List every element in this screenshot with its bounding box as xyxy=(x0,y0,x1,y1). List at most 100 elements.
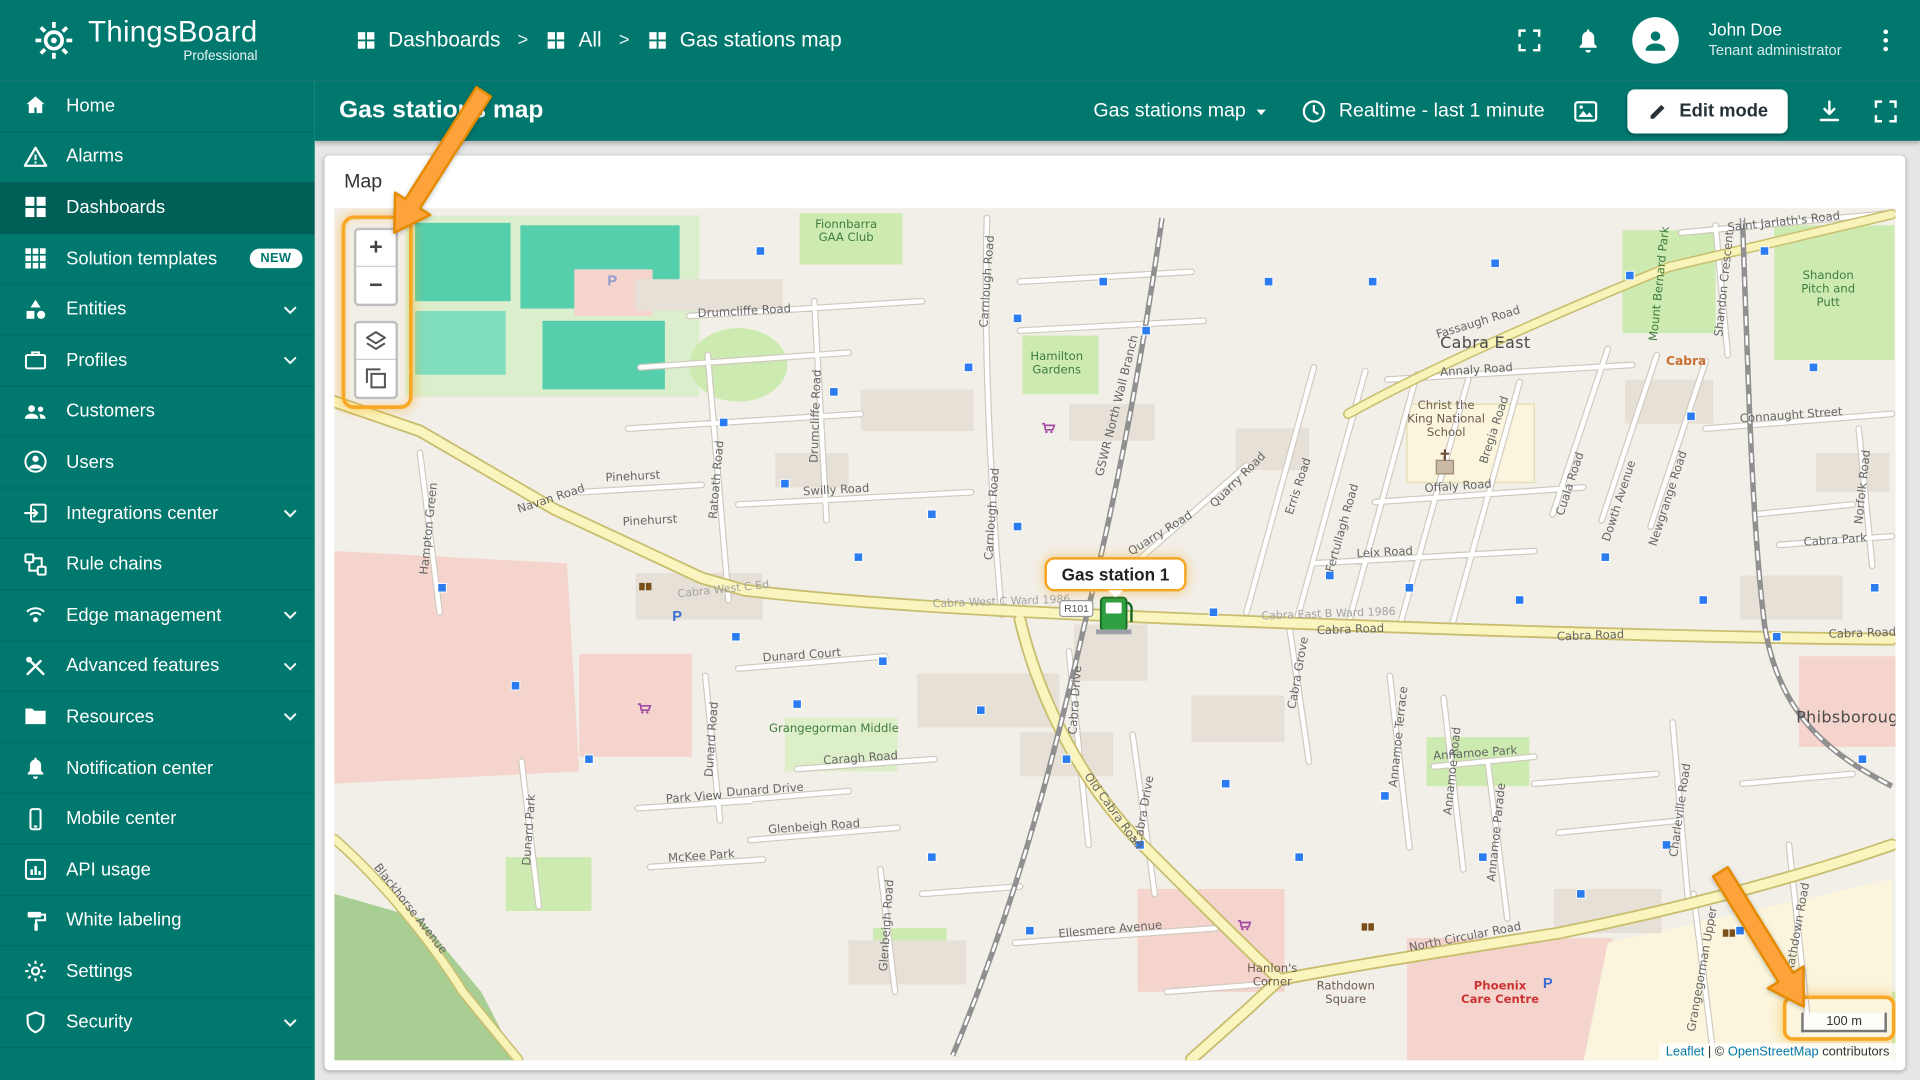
map-entity-marker[interactable] xyxy=(1220,778,1231,789)
map-entity-marker[interactable] xyxy=(1208,607,1219,618)
fullscreen-icon[interactable] xyxy=(1515,25,1544,54)
map-entity-marker[interactable] xyxy=(1404,582,1415,593)
sidebar-item-entities[interactable]: Entities xyxy=(0,285,315,336)
dashboard-select[interactable]: Gas stations map xyxy=(1093,100,1272,122)
security-icon xyxy=(22,1009,49,1036)
sidebar-item-edge-management[interactable]: Edge management xyxy=(0,590,315,642)
sidebar-item-settings[interactable]: Settings xyxy=(0,947,315,998)
gas-station-marker[interactable] xyxy=(1095,596,1133,635)
map-entity-marker[interactable] xyxy=(1735,925,1745,936)
timewindow-button[interactable]: Realtime - last 1 minute xyxy=(1300,96,1545,125)
layers-button[interactable] xyxy=(356,323,396,360)
sidebar-item-label: Advanced features xyxy=(66,655,220,677)
sidebar-item-home[interactable]: Home xyxy=(0,81,315,132)
map-canvas[interactable]: P P P Drumcliffe RoadDrumcliffe RoadCarn… xyxy=(334,208,1896,1061)
map-entity-marker[interactable] xyxy=(780,478,790,489)
map-entity-marker[interactable] xyxy=(878,656,888,667)
avatar[interactable] xyxy=(1632,16,1680,64)
dashboards-icon xyxy=(355,29,377,51)
sidebar-item-rule-chains[interactable]: Rule chains xyxy=(0,539,315,591)
map-entity-marker[interactable] xyxy=(1759,246,1770,256)
map-entity-marker[interactable] xyxy=(976,705,986,715)
map-entity-marker[interactable] xyxy=(1490,258,1500,269)
map-entity-marker[interactable] xyxy=(1600,552,1611,562)
sidebar-item-integrations-center[interactable]: Integrations center xyxy=(0,488,315,540)
app: ThingsBoard Professional Dashboards > Al… xyxy=(0,0,1920,1080)
map-entity-marker[interactable] xyxy=(718,417,729,428)
marker-tooltip[interactable]: Gas station 1 xyxy=(1044,557,1187,598)
map-label: Charleville Road xyxy=(1666,762,1693,857)
breadcrumb-current[interactable]: Gas stations map xyxy=(647,28,842,52)
map-container[interactable]: P P P Drumcliffe Road Drumcliffe Road Ca… xyxy=(334,208,1896,1061)
sidebar-item-resources[interactable]: Resources xyxy=(0,692,315,743)
map-entity-marker[interactable] xyxy=(510,680,521,691)
more-menu-icon[interactable] xyxy=(1871,25,1900,54)
sidebar-item-security[interactable]: Security xyxy=(0,998,315,1049)
map-entity-marker[interactable] xyxy=(1698,595,1709,605)
map-entity-marker[interactable] xyxy=(792,699,802,709)
map-entity-marker[interactable] xyxy=(829,387,839,397)
map-entity-marker[interactable] xyxy=(1625,270,1635,281)
map-entity-marker[interactable] xyxy=(1771,631,1782,642)
sidebar-item-api-usage[interactable]: API usage xyxy=(0,845,315,896)
map-entity-marker[interactable] xyxy=(927,509,937,520)
zoom-out-button[interactable]: − xyxy=(356,266,396,304)
sidebar-item-alarms[interactable]: Alarms xyxy=(0,132,315,183)
advanced-icon xyxy=(22,652,49,679)
map-entity-marker[interactable] xyxy=(584,754,594,764)
sidebar-item-profiles[interactable]: Profiles xyxy=(0,335,315,387)
sidebar-item-advanced-features[interactable]: Advanced features xyxy=(0,641,315,692)
map-entity-marker[interactable] xyxy=(1576,889,1586,899)
map-entity-marker[interactable] xyxy=(1012,313,1023,324)
map-entity-marker[interactable] xyxy=(1098,276,1109,287)
overlays-button[interactable] xyxy=(356,360,396,397)
resources-icon xyxy=(22,703,49,730)
users-icon xyxy=(22,449,49,476)
map-entity-marker[interactable] xyxy=(437,582,447,593)
notifications-bell-icon[interactable] xyxy=(1574,25,1603,54)
map-entity-marker[interactable] xyxy=(1380,791,1390,801)
map-entity-marker[interactable] xyxy=(1808,362,1819,373)
map-entity-marker[interactable] xyxy=(755,246,766,256)
map-entity-marker[interactable] xyxy=(1367,276,1378,287)
zoom-in-button[interactable]: + xyxy=(356,230,396,267)
map-entity-marker[interactable] xyxy=(927,852,937,862)
sidebar-item-dashboards[interactable]: Dashboards xyxy=(0,182,315,234)
map-label: School xyxy=(1427,425,1466,439)
download-icon[interactable] xyxy=(1815,96,1844,125)
image-gallery-icon[interactable] xyxy=(1572,96,1601,125)
breadcrumb-dashboards[interactable]: Dashboards xyxy=(355,28,500,52)
osm-link[interactable]: OpenStreetMap xyxy=(1728,1044,1819,1059)
sidebar-item-white-labeling[interactable]: White labeling xyxy=(0,896,315,947)
sidebar-item-users[interactable]: Users xyxy=(0,437,315,489)
map-entity-marker[interactable] xyxy=(1025,925,1035,936)
map-entity-marker[interactable] xyxy=(853,552,864,562)
sidebar-item-mobile-center[interactable]: Mobile center xyxy=(0,794,315,845)
dashboard-fullscreen-icon[interactable] xyxy=(1871,96,1900,125)
map-label: Cabra Grove xyxy=(1284,636,1310,710)
sidebar-item-customers[interactable]: Customers xyxy=(0,386,315,438)
map-entity-marker[interactable] xyxy=(1263,276,1274,287)
sidebar-item-label: API usage xyxy=(66,859,151,881)
map-entity-marker[interactable] xyxy=(1869,582,1880,593)
map-entity-marker[interactable] xyxy=(1141,325,1151,336)
api-icon xyxy=(22,856,49,883)
map-entity-marker[interactable] xyxy=(1514,595,1525,605)
map-entity-marker[interactable] xyxy=(1061,754,1072,764)
map-entity-marker[interactable] xyxy=(1857,754,1868,764)
map-entity-marker[interactable] xyxy=(1294,852,1304,862)
rulechains-icon xyxy=(22,551,49,578)
sidebar-item-solution-templates[interactable]: Solution templates NEW xyxy=(0,234,315,285)
map-entity-marker[interactable] xyxy=(1012,521,1023,532)
map-entity-marker[interactable] xyxy=(731,631,741,642)
breadcrumb-all[interactable]: All xyxy=(545,28,602,52)
map-label: Leix Road xyxy=(1356,543,1413,560)
edit-mode-button[interactable]: Edit mode xyxy=(1627,88,1788,133)
map-entity-marker[interactable] xyxy=(1686,411,1696,422)
map-entity-marker[interactable] xyxy=(963,362,974,373)
sidebar-item-notification-center[interactable]: Notification center xyxy=(0,743,315,794)
widget-fullscreen-icon[interactable] xyxy=(1864,170,1888,194)
leaflet-link[interactable]: Leaflet xyxy=(1666,1044,1705,1059)
dashboard-content: Map P P P Drumcliffe Road Drumcliffe Roa… xyxy=(314,140,1920,1080)
user-info[interactable]: John Doe Tenant administrator xyxy=(1708,20,1841,60)
